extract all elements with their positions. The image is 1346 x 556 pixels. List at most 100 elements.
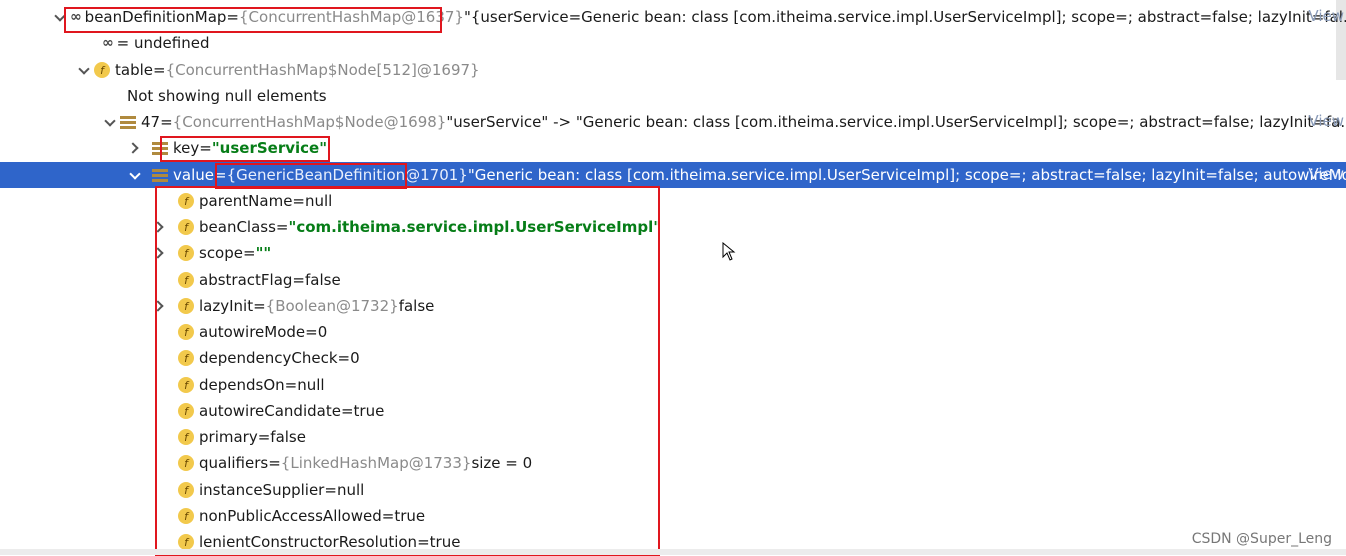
tree-row-parentName[interactable]: f parentName = null: [0, 188, 1346, 214]
equals: =: [153, 61, 166, 79]
object-ref: {Boolean@1732}: [265, 297, 399, 315]
object-ref: {ConcurrentHashMap$Node@1698}: [172, 113, 447, 131]
tree-row-table[interactable]: f table = {ConcurrentHashMap$Node[512]@1…: [0, 57, 1346, 83]
view-link[interactable]: View: [1308, 165, 1344, 183]
tree-row-instanceSupplier[interactable]: f instanceSupplier = null: [0, 477, 1346, 503]
equals: =: [292, 192, 305, 210]
var-name: dependencyCheck: [199, 349, 338, 367]
field-icon: f: [178, 482, 194, 498]
tree-row-47[interactable]: 47 = {ConcurrentHashMap$Node@1698} "user…: [0, 109, 1346, 135]
var-summary: size = 0: [471, 454, 533, 472]
field-icon: f: [178, 403, 194, 419]
var-summary: "Generic bean: class [com.itheima.servic…: [467, 166, 1346, 184]
equals: =: [275, 218, 289, 236]
string-value: "userService": [211, 139, 328, 157]
equals: =: [292, 271, 305, 289]
value: false: [270, 428, 306, 446]
tree-row-lazyInit[interactable]: f lazyInit = {Boolean@1732} false: [0, 293, 1346, 319]
value: false: [304, 271, 341, 289]
equals: =: [305, 323, 318, 341]
tree-row-autowireCandidate[interactable]: f autowireCandidate = true: [0, 398, 1346, 424]
expand-arrow-icon[interactable]: [152, 245, 178, 261]
var-name: 47: [141, 113, 161, 131]
var-summary: false: [398, 297, 435, 315]
tree-row-dependsOn[interactable]: f dependsOn = null: [0, 372, 1346, 398]
var-summary: "userService" -> "Generic bean: class [c…: [446, 113, 1346, 131]
collapse-arrow-icon[interactable]: [76, 62, 94, 78]
value: 0: [317, 323, 328, 341]
collapse-arrow-icon[interactable]: [102, 114, 120, 130]
field-icon: f: [178, 324, 194, 340]
var-name: primary: [199, 428, 258, 446]
object-ref: {ConcurrentHashMap$Node[512]@1697}: [165, 61, 480, 79]
field-icon: f: [178, 377, 194, 393]
tree-row-scope[interactable]: f scope = "": [0, 240, 1346, 266]
field-icon: f: [178, 350, 194, 366]
field-icon: f: [178, 272, 194, 288]
field-icon: f: [178, 508, 194, 524]
view-link[interactable]: View: [1308, 112, 1344, 130]
horizontal-scrollbar[interactable]: [0, 549, 1346, 555]
collapse-arrow-icon[interactable]: [52, 9, 70, 25]
var-name: qualifiers: [199, 454, 269, 472]
view-link[interactable]: View: [1308, 7, 1344, 25]
var-name: key: [173, 139, 200, 157]
equals: =: [284, 376, 298, 394]
string-value: "com.itheima.service.impl.UserServiceImp…: [288, 218, 662, 236]
equals: =: [340, 402, 354, 420]
value: null: [297, 376, 325, 394]
equals: =: [213, 166, 227, 184]
equals: =: [337, 349, 351, 367]
equals: =: [226, 8, 239, 26]
equals: =: [381, 507, 395, 525]
object-ref: {GenericBeanDefinition@1701}: [226, 166, 468, 184]
object-ref: {LinkedHashMap@1733}: [280, 454, 472, 472]
tree-row-autowireMode[interactable]: f autowireMode = 0: [0, 319, 1346, 345]
var-name: nonPublicAccessAllowed: [199, 507, 382, 525]
var-name: parentName: [199, 192, 293, 210]
watermark: CSDN @Super_Leng: [1191, 531, 1332, 547]
tree-row-null-notice: Not showing null elements: [0, 83, 1346, 109]
list-entry-icon: [152, 141, 168, 155]
field-icon: f: [178, 455, 194, 471]
watch-infinity-icon: ∞: [102, 35, 114, 51]
tree-row-dependencyCheck[interactable]: f dependencyCheck = 0: [0, 345, 1346, 371]
equals: =: [253, 297, 266, 315]
tree-row-beanDefinitionMap[interactable]: ∞ beanDefinitionMap = {ConcurrentHashMap…: [0, 4, 1346, 30]
var-name: instanceSupplier: [199, 481, 325, 499]
var-name: value: [173, 166, 214, 184]
field-icon: f: [178, 298, 194, 314]
expand-arrow-icon[interactable]: [152, 219, 178, 235]
tree-row-primary[interactable]: f primary = false: [0, 424, 1346, 450]
tree-row-nonPublicAccessAllowed[interactable]: f nonPublicAccessAllowed = true: [0, 503, 1346, 529]
var-name: autowireMode: [199, 323, 306, 341]
equals: =: [160, 113, 173, 131]
watch-infinity-icon: ∞: [70, 9, 82, 25]
var-summary: "{userService=Generic bean: class [com.i…: [463, 8, 1346, 26]
tree-row-key[interactable]: key = "userService": [0, 135, 1346, 161]
field-icon: f: [178, 219, 194, 235]
expand-arrow-icon[interactable]: [152, 298, 178, 314]
tree-row-value-selected[interactable]: value = {GenericBeanDefinition@1701} "Ge…: [0, 162, 1346, 188]
expand-arrow-icon[interactable]: [127, 140, 145, 156]
equals: =: [268, 454, 281, 472]
field-icon: f: [94, 62, 110, 78]
field-icon: f: [178, 429, 194, 445]
value: true: [394, 507, 426, 525]
mouse-cursor-icon: [722, 242, 736, 261]
var-name: dependsOn: [199, 376, 285, 394]
tree-row-qualifiers[interactable]: f qualifiers = {LinkedHashMap@1733} size…: [0, 450, 1346, 476]
clipped-row-above: [0, 0, 1346, 2]
tree-row-beanClass[interactable]: f beanClass = "com.itheima.service.impl.…: [0, 214, 1346, 240]
var-name: = undefined: [116, 34, 210, 52]
field-icon: f: [178, 193, 194, 209]
collapse-arrow-icon[interactable]: [127, 167, 145, 183]
info-text: Not showing null elements: [127, 87, 327, 105]
equals: =: [243, 244, 256, 262]
list-entry-icon: [152, 168, 168, 182]
tree-row-abstractFlag[interactable]: f abstractFlag = false: [0, 267, 1346, 293]
var-name: lazyInit: [199, 297, 254, 315]
equals: =: [199, 139, 212, 157]
tree-row-undefined[interactable]: ∞ = undefined: [0, 30, 1346, 56]
equals: =: [324, 481, 337, 499]
